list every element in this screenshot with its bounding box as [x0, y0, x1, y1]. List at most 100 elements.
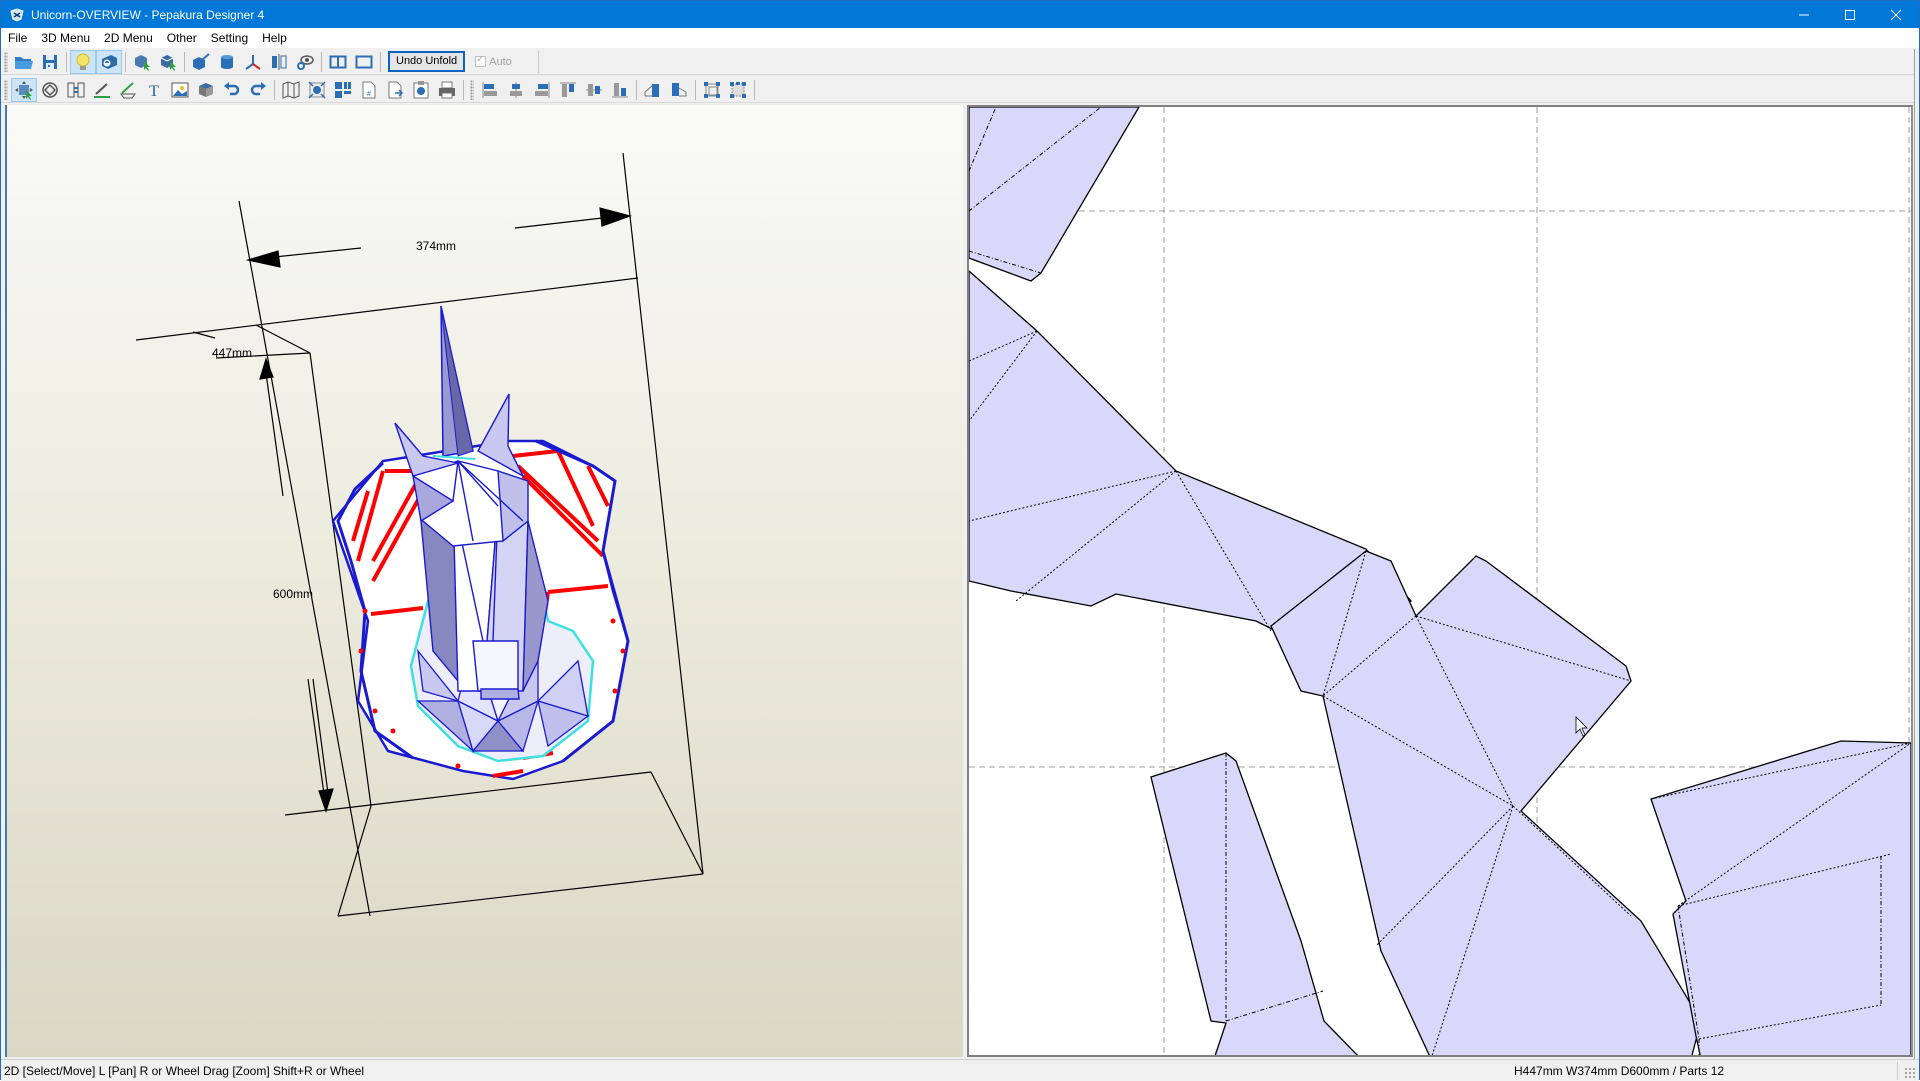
svg-text:#: # — [367, 91, 371, 98]
page-number-button[interactable]: # — [356, 78, 382, 102]
pattern-piece[interactable] — [969, 107, 1140, 282]
maximize-button[interactable] — [1827, 1, 1873, 28]
menu-bar: File 3D Menu 2D Menu Other Setting Help — [1, 28, 1919, 48]
pattern-piece[interactable] — [1150, 752, 1361, 1057]
menu-3d[interactable]: 3D Menu — [34, 28, 97, 48]
join-parts-icon — [67, 82, 85, 97]
status-bar: 2D [Select/Move] L [Pan] R or Wheel Drag… — [1, 1059, 1919, 1081]
redo-button[interactable] — [245, 78, 271, 102]
box-button[interactable] — [193, 78, 219, 102]
edit-model-button[interactable] — [188, 50, 214, 74]
title-bar: Unicorn-OVERVIEW - Pepakura Designer 4 — [1, 1, 1919, 28]
minimize-icon — [1799, 14, 1809, 15]
3d-view-canvas[interactable]: 374mm 447mm 600mm — [5, 105, 963, 1057]
auto-checkbox-box[interactable] — [475, 54, 487, 67]
flip-vertical-button[interactable] — [666, 78, 692, 102]
align-right-button[interactable] — [529, 78, 555, 102]
lighting-button[interactable] — [70, 49, 96, 74]
toolbar-separator — [321, 51, 322, 72]
image-button[interactable] — [167, 78, 193, 102]
arrange-button[interactable] — [330, 78, 356, 102]
page-export-icon — [388, 81, 404, 98]
text-button[interactable]: T — [141, 78, 167, 102]
undo-unfold-button[interactable]: Undo Unfold — [388, 51, 466, 72]
align-top-button[interactable] — [555, 78, 581, 102]
unicorn-model[interactable] — [331, 305, 630, 781]
edit-fold-line-button[interactable] — [115, 78, 141, 102]
texture-icon — [102, 54, 117, 69]
menu-setting[interactable]: Setting — [204, 28, 255, 48]
select-move-button[interactable] — [11, 77, 37, 102]
pepakura-logo-icon — [10, 7, 24, 22]
open-button[interactable] — [11, 50, 37, 74]
menu-other[interactable]: Other — [160, 28, 204, 48]
align-center-button[interactable] — [503, 78, 529, 102]
menu-file[interactable]: File — [1, 28, 34, 48]
menu-2d[interactable]: 2D Menu — [97, 28, 160, 48]
unfold-map-icon — [282, 80, 300, 99]
align-center-icon — [510, 81, 522, 98]
align-top-icon — [560, 82, 576, 97]
select-part-icon — [135, 54, 150, 71]
select-part-button[interactable] — [129, 50, 155, 74]
export-page-button[interactable] — [382, 78, 408, 102]
split-view-button[interactable] — [325, 50, 351, 74]
group-button[interactable] — [699, 78, 725, 102]
svg-text:T: T — [149, 83, 159, 100]
rotate-button[interactable] — [37, 78, 63, 102]
copy-button[interactable] — [408, 78, 434, 102]
select-face-button[interactable] — [155, 50, 181, 74]
toolbar-grip[interactable] — [470, 79, 474, 100]
pattern-piece[interactable] — [1270, 550, 1702, 1057]
close-icon — [1890, 9, 1902, 20]
toolbar-grip[interactable] — [4, 79, 8, 100]
text-icon: T — [149, 83, 159, 100]
align-middle-button[interactable] — [581, 78, 607, 102]
eye-icon — [297, 54, 314, 70]
status-hint: 2D [Select/Move] L [Pan] R or Wheel Drag… — [4, 1064, 365, 1078]
split-view-icon — [329, 55, 347, 68]
resize-grip-icon[interactable] — [1904, 1067, 1916, 1079]
toolbar-separator — [380, 51, 381, 72]
menu-help[interactable]: Help — [255, 28, 294, 48]
page-number-icon: # — [362, 81, 376, 98]
align-left-icon — [482, 81, 497, 98]
print-button[interactable] — [434, 78, 460, 102]
redo-icon — [250, 81, 266, 95]
edit-flap-button[interactable] — [89, 78, 115, 102]
flip-horizontal-button[interactable] — [640, 78, 666, 102]
align-bottom-button[interactable] — [607, 78, 633, 102]
align-left-button[interactable] — [477, 78, 503, 102]
minimize-button[interactable] — [1781, 1, 1827, 28]
window-right-edge — [1914, 49, 1919, 1059]
axis-button[interactable] — [240, 50, 266, 74]
rotate-icon — [42, 81, 58, 98]
undo-button[interactable] — [219, 78, 245, 102]
window-title: Unicorn-OVERVIEW - Pepakura Designer 4 — [31, 7, 265, 22]
2d-view-canvas[interactable] — [967, 105, 1913, 1057]
texture-button[interactable] — [96, 49, 122, 74]
auto-checkbox[interactable]: Auto — [475, 54, 512, 68]
unfold-button[interactable] — [278, 78, 304, 102]
align-bottom-icon — [612, 82, 628, 97]
mirror-button[interactable] — [266, 50, 292, 74]
close-button[interactable] — [1873, 1, 1919, 28]
mirror-icon — [272, 53, 287, 70]
status-model-info: H447mm W374mm D600mm / Parts 12 — [1514, 1064, 1725, 1078]
app-window: Unicorn-OVERVIEW - Pepakura Designer 4 F… — [0, 0, 1920, 1081]
height-dimension-label: 447mm — [212, 346, 253, 360]
3d-model-drawing — [135, 152, 704, 917]
toolbar-grip[interactable] — [4, 51, 8, 72]
view-button[interactable] — [292, 50, 318, 74]
edit-line-icon — [120, 81, 136, 98]
ungroup-button[interactable] — [725, 78, 751, 102]
width-dimension-arrow — [245, 207, 633, 268]
pencil-icon — [94, 82, 110, 98]
cylinder-button[interactable] — [214, 50, 240, 74]
save-button[interactable] — [37, 50, 63, 74]
join-parts-button[interactable] — [63, 78, 89, 102]
select-move-icon — [15, 80, 33, 100]
fit-button[interactable] — [304, 78, 330, 102]
2d-pattern-drawing — [969, 107, 1911, 1057]
single-view-button[interactable] — [351, 50, 377, 74]
